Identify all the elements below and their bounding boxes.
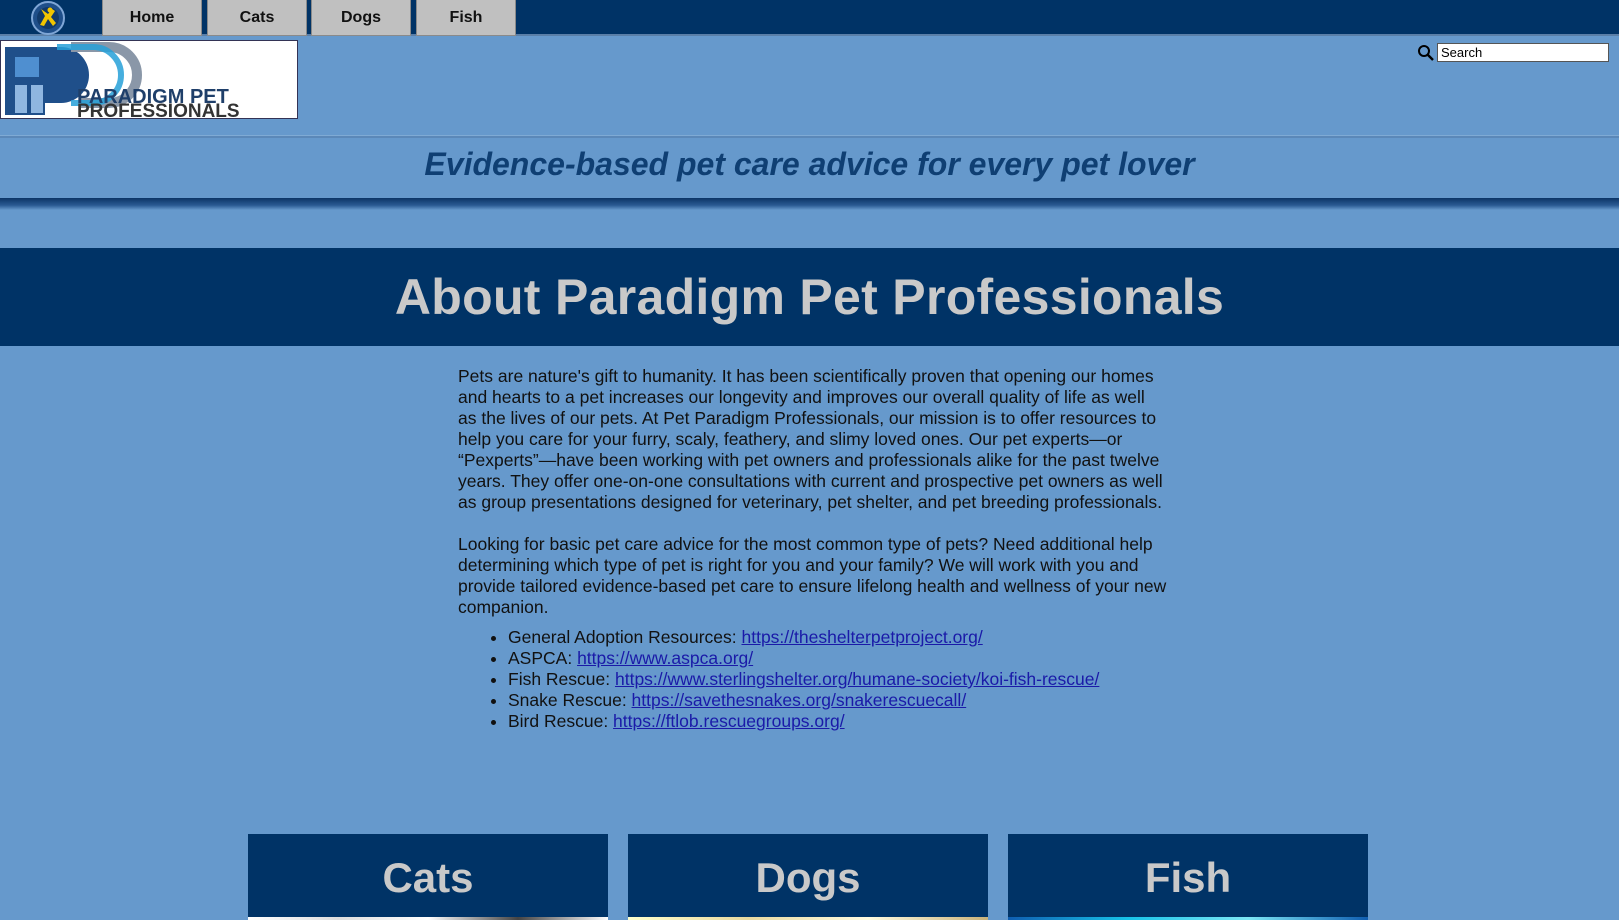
resource-label: Bird Rescue: <box>508 711 614 731</box>
tab-dogs[interactable]: Dogs <box>311 0 411 36</box>
search-icon[interactable] <box>1417 44 1435 62</box>
list-item: Fish Rescue: https://www.sterlingshelter… <box>508 669 1168 690</box>
category-tile-dogs[interactable]: Dogs <box>628 834 988 920</box>
resource-link[interactable]: https://www.sterlingshelter.org/humane-s… <box>615 669 1099 689</box>
about-content: Pets are nature's gift to humanity. It h… <box>458 366 1168 732</box>
tab-cats[interactable]: Cats <box>207 0 307 36</box>
resource-link[interactable]: https://savethesnakes.org/snakerescuecal… <box>632 690 967 710</box>
tile-label-fish: Fish <box>1144 854 1232 901</box>
resource-label: ASPCA: <box>508 648 578 668</box>
resource-label: General Adoption Resources: <box>508 627 742 647</box>
list-item: General Adoption Resources: https://thes… <box>508 627 1168 648</box>
about-paragraph-2: Looking for basic pet care advice for th… <box>458 534 1167 617</box>
tagline: Evidence-based pet care advice for every… <box>424 146 1195 182</box>
header-divider-shadow <box>0 198 1619 210</box>
tile-label-cats: Cats <box>382 854 474 901</box>
brand-logo[interactable]: PARADIGM PET PROFESSIONALS <box>0 40 298 122</box>
about-banner: About Paradigm Pet Professionals <box>0 248 1619 346</box>
page-title: About Paradigm Pet Professionals <box>394 269 1225 325</box>
resource-link[interactable]: https://ftlob.rescuegroups.org/ <box>613 711 845 731</box>
search-input[interactable] <box>1437 43 1609 62</box>
paradigm-badge-icon[interactable] <box>28 0 68 36</box>
category-tile-fish[interactable]: Fish <box>1008 834 1368 920</box>
resource-link[interactable]: https://theshelterpetproject.org/ <box>741 627 982 647</box>
resource-link[interactable]: https://www.aspca.org/ <box>577 648 753 668</box>
about-paragraph-1: Pets are nature's gift to humanity. It h… <box>458 366 1163 512</box>
tile-label-dogs: Dogs <box>755 854 861 901</box>
tab-home[interactable]: Home <box>102 0 202 36</box>
tab-fish[interactable]: Fish <box>416 0 516 36</box>
header-divider <box>0 135 1619 138</box>
list-item: Bird Rescue: https://ftlob.rescuegroups.… <box>508 711 1168 732</box>
top-nav: Home Cats Dogs Fish <box>0 0 1619 36</box>
svg-text:PROFESSIONALS: PROFESSIONALS <box>77 101 240 118</box>
search-bar <box>1417 43 1609 62</box>
resource-list: General Adoption Resources: https://thes… <box>508 627 1168 732</box>
list-item: ASPCA: https://www.aspca.org/ <box>508 648 1168 669</box>
list-item: Snake Rescue: https://savethesnakes.org/… <box>508 690 1168 711</box>
resource-label: Snake Rescue: <box>508 690 632 710</box>
resource-label: Fish Rescue: <box>508 669 615 689</box>
category-tile-cats[interactable]: Cats <box>248 834 608 920</box>
